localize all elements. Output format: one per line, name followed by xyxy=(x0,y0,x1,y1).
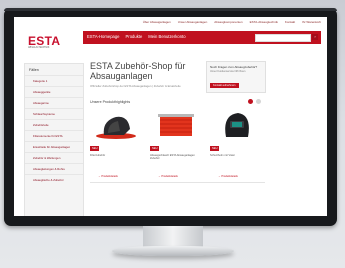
bezel xyxy=(4,8,337,11)
pager-dot-active[interactable] xyxy=(248,99,253,104)
product-badge: NEU xyxy=(150,146,160,151)
product-name[interactable]: Filterzubehör xyxy=(90,154,142,157)
product-link[interactable]: → Produktdetails xyxy=(158,175,178,178)
sidebar-item[interactable]: Ersatzteile für Absauganlagen xyxy=(25,141,83,152)
product-image[interactable] xyxy=(90,109,144,141)
sidebar-item[interactable]: Absauggeräte xyxy=(25,86,83,97)
sidebar-item[interactable]: Kategorie 1 xyxy=(25,75,83,86)
product-badge: NEU xyxy=(90,146,100,151)
search-button[interactable]: › xyxy=(312,34,318,40)
promo-box: Noch Fragen zum Absaugzubehör? Unser Kun… xyxy=(206,61,266,93)
product-card[interactable]: NEU Absaugschlauch ESTA Absauganlagen Zu… xyxy=(150,109,204,178)
sidebar-item[interactable]: Schlauchsysteme xyxy=(25,108,83,119)
top-nav-link[interactable]: Absaugkomponenten xyxy=(214,20,242,24)
top-nav-link[interactable]: ESTA-Absaugtechnik xyxy=(250,20,278,24)
menu-item-products[interactable]: Produkte xyxy=(126,34,143,39)
sidebar-item[interactable]: Absaugleitungen & Rohre xyxy=(25,163,83,174)
top-nav-link[interactable]: Über Absauganlagen xyxy=(143,20,171,24)
menu-item-account[interactable]: Mein Benutzerkonto xyxy=(148,34,185,39)
monitor: Über Absauganlagen Unser Absauganlagen A… xyxy=(4,8,337,226)
top-nav-link[interactable]: Kontakt xyxy=(285,20,295,24)
category-sidebar: Fällen Kategorie 1 Absauggeräte Absaugar… xyxy=(24,63,84,216)
sidebar-item[interactable]: Absaugtische & Zubehör xyxy=(25,174,83,185)
product-card[interactable]: NEU Filterzubehör → Produktdetails xyxy=(90,109,144,178)
promo-button[interactable]: Kontakt aufnehmen xyxy=(210,83,239,88)
search-input[interactable] xyxy=(255,34,311,42)
top-nav-link[interactable]: Unser Absauganlagen xyxy=(178,20,208,24)
product-image[interactable] xyxy=(150,109,204,141)
top-navigation: Über Absauganlagen Unser Absauganlagen A… xyxy=(143,20,321,24)
product-link[interactable]: → Produktdetails xyxy=(98,175,118,178)
menu-item-homepage[interactable]: ESTA-Homepage xyxy=(87,34,120,39)
carousel-pager xyxy=(248,99,261,104)
product-name[interactable]: Absaugschlauch ESTA Absauganlagen Zubehö… xyxy=(150,154,202,161)
sidebar-title: Fällen xyxy=(29,68,39,72)
section-title: Unsere Produkthighlights xyxy=(90,100,131,104)
sidebar-item[interactable]: Filterelemente für ESTA xyxy=(25,130,83,141)
product-link[interactable]: → Produktdetails xyxy=(218,175,238,178)
product-badge: NEU xyxy=(210,146,220,151)
product-card[interactable]: NEU Schutzhelm mit Visier → Produktdetai… xyxy=(210,109,264,178)
monitor-base xyxy=(112,246,234,256)
promo-title: Noch Fragen zum Absaugzubehör? xyxy=(210,65,258,69)
product-image[interactable] xyxy=(210,109,264,141)
product-name[interactable]: Schutzhelm mit Visier xyxy=(210,154,262,157)
pager-dot[interactable] xyxy=(256,99,261,104)
promo-text: Unser Kundenservice hilft Ihnen xyxy=(210,70,246,73)
main-menu: ESTA-Homepage Produkte Mein Benutzerkont… xyxy=(87,34,186,39)
top-nav-link[interactable]: Ihr Warenkorb xyxy=(302,20,321,24)
main-menu-bar: ESTA-Homepage Produkte Mein Benutzerkont… xyxy=(83,31,321,44)
page-title: ESTA Zubehör-Shop für Absauganlagen xyxy=(90,61,186,81)
divider xyxy=(90,182,265,183)
sidebar-item[interactable]: Zubehör & Wartungen xyxy=(25,152,83,163)
monitor-stand xyxy=(143,226,203,248)
logo-subtitle: ABSAUGTECHNIK xyxy=(28,46,50,49)
sidebar-item[interactable]: Absaugarme xyxy=(25,97,83,108)
screen: Über Absauganlagen Unser Absauganlagen A… xyxy=(14,17,327,216)
sidebar-item[interactable]: Zubehörteile xyxy=(25,119,83,130)
page-description: Offizieller Zubehörshop der ESTA Absauga… xyxy=(90,84,181,88)
